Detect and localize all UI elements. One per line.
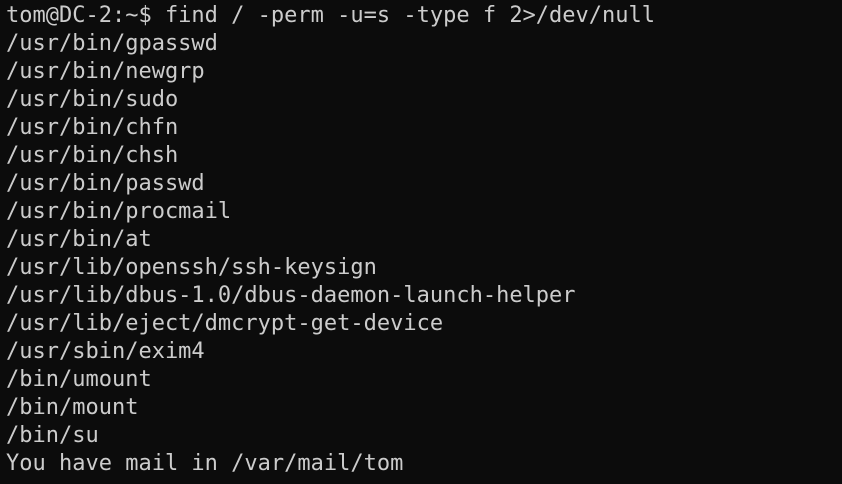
output-line: /usr/lib/eject/dmcrypt-get-device: [6, 311, 444, 336]
output-line: /usr/lib/dbus-1.0/dbus-daemon-launch-hel…: [6, 283, 576, 308]
output-line: /bin/umount: [6, 367, 152, 392]
output-line: /bin/mount: [6, 395, 139, 420]
output-line: /usr/bin/procmail: [6, 199, 232, 224]
output-line: /usr/lib/openssh/ssh-keysign: [6, 255, 377, 280]
output-line: /bin/su: [6, 423, 99, 448]
output-line: /usr/bin/gpasswd: [6, 31, 218, 56]
output-line: /usr/bin/chfn: [6, 115, 179, 140]
command-prompt-line: tom@DC-2:~$ find / -perm -u=s -type f 2>…: [6, 3, 656, 28]
output-line: /usr/bin/sudo: [6, 87, 179, 112]
output-line: /usr/bin/chsh: [6, 143, 179, 168]
mail-notice-line: You have mail in /var/mail/tom: [6, 451, 404, 476]
output-line: /usr/bin/at: [6, 227, 152, 252]
output-line: /usr/bin/newgrp: [6, 59, 205, 84]
output-line: /usr/bin/passwd: [6, 171, 205, 196]
output-line: /usr/sbin/exim4: [6, 339, 205, 364]
terminal-window[interactable]: tom@DC-2:~$ find / -perm -u=s -type f 2>…: [0, 0, 842, 484]
